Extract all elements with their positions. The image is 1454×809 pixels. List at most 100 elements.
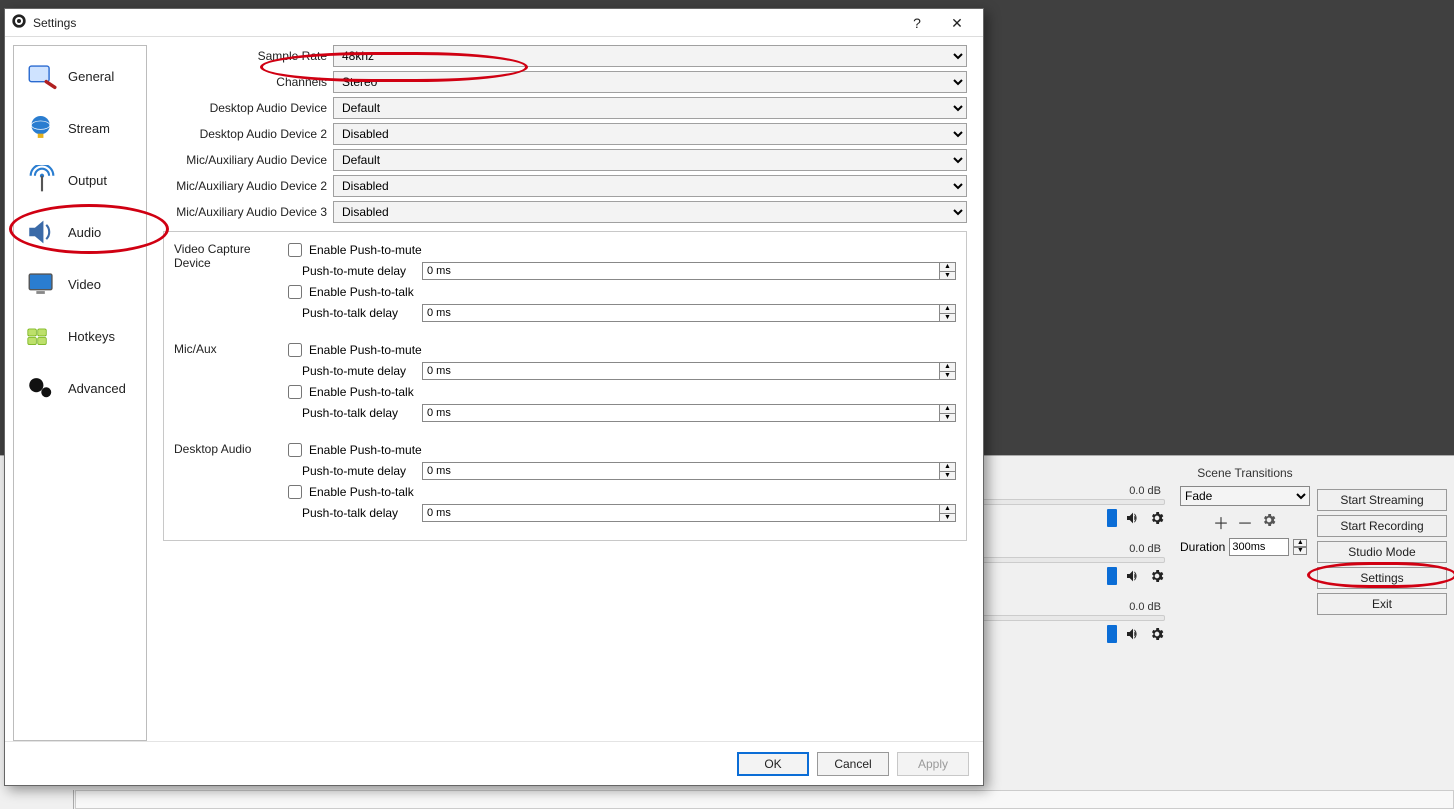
settings-dialog: Settings ? ✕ General Stream Output Audio (4, 8, 984, 786)
controls-panel: Start Streaming Start Recording Studio M… (1317, 489, 1447, 619)
speaker-icon[interactable] (1125, 568, 1141, 584)
keyboard-icon (24, 320, 60, 352)
monitor-icon (24, 268, 60, 300)
dialog-title: Settings (33, 16, 76, 30)
ptm-delay-label: Push-to-mute delay (284, 264, 414, 278)
mic-aux3-label: Mic/Auxiliary Audio Device 3 (163, 205, 333, 219)
gear-icon[interactable] (1261, 512, 1277, 533)
mic-aux-select[interactable]: Default (333, 149, 967, 171)
duration-spinner[interactable]: ▲▼ (1293, 539, 1307, 555)
dialog-footer: OK Cancel Apply (5, 741, 983, 785)
titlebar: Settings ? ✕ (5, 9, 983, 37)
volume-slider[interactable] (1107, 567, 1117, 585)
ptt-delay-input[interactable]: 0 ms▲▼ (422, 404, 956, 422)
mic-aux2-label: Mic/Auxiliary Audio Device 2 (163, 179, 333, 193)
mixer-track: 0.0 dB (980, 543, 1165, 585)
desktop-audio2-label: Desktop Audio Device 2 (163, 127, 333, 141)
ptt-delay-label: Push-to-talk delay (284, 406, 414, 420)
plus-icon[interactable]: ＋ (1213, 510, 1229, 534)
start-recording-button[interactable]: Start Recording (1317, 515, 1447, 537)
speaker-large-icon (24, 216, 60, 248)
status-bar-bg (75, 790, 1454, 809)
sidebar-item-output[interactable]: Output (14, 154, 146, 206)
enable-ptm-checkbox[interactable] (288, 243, 302, 257)
volume-slider[interactable] (1107, 509, 1117, 527)
gears-icon (24, 372, 60, 404)
divider (73, 790, 74, 809)
mixer-track: 0.0 dB (980, 601, 1165, 643)
mixer-track: 0.0 dB (980, 485, 1165, 527)
sidebar-label: Advanced (68, 381, 126, 396)
volume-slider[interactable] (1107, 625, 1117, 643)
device-block-desktop-audio: Desktop Audio Enable Push-to-mute Push-t… (174, 440, 956, 524)
sidebar-label: Output (68, 173, 107, 188)
sidebar-item-audio[interactable]: Audio (14, 206, 146, 258)
ptm-delay-input[interactable]: 0 ms▲▼ (422, 262, 956, 280)
ptm-delay-input[interactable]: 0 ms▲▼ (422, 362, 956, 380)
enable-ptm-label: Enable Push-to-mute (309, 443, 422, 457)
exit-button[interactable]: Exit (1317, 593, 1447, 615)
obs-logo-icon (11, 13, 27, 32)
sidebar-label: Stream (68, 121, 110, 136)
channels-label: Channels (163, 75, 333, 89)
enable-ptt-label: Enable Push-to-talk (309, 485, 414, 499)
enable-ptm-checkbox[interactable] (288, 343, 302, 357)
device-name: Video Capture Device (174, 240, 284, 324)
sample-rate-label: Sample Rate (163, 49, 333, 63)
device-name: Desktop Audio (174, 440, 284, 524)
gear-icon[interactable] (1149, 626, 1165, 642)
ptm-delay-label: Push-to-mute delay (284, 364, 414, 378)
ok-button[interactable]: OK (737, 752, 809, 776)
enable-ptm-checkbox[interactable] (288, 443, 302, 457)
device-name: Mic/Aux (174, 340, 284, 424)
cancel-button[interactable]: Cancel (817, 752, 889, 776)
sidebar-item-hotkeys[interactable]: Hotkeys (14, 310, 146, 362)
mic-aux3-select[interactable]: Disabled (333, 201, 967, 223)
gear-icon[interactable] (1149, 510, 1165, 526)
sample-rate-select[interactable]: 48khz (333, 45, 967, 67)
apply-button: Apply (897, 752, 969, 776)
enable-ptt-checkbox[interactable] (288, 485, 302, 499)
close-button[interactable]: ✕ (937, 11, 977, 35)
settings-button[interactable]: Settings (1317, 567, 1447, 589)
mixer-meter (980, 499, 1165, 505)
device-block-mic-aux: Mic/Aux Enable Push-to-mute Push-to-mute… (174, 340, 956, 424)
scene-transitions-panel: Scene Transitions Fade ＋ － Duration ▲▼ (1180, 466, 1310, 556)
enable-ptt-checkbox[interactable] (288, 385, 302, 399)
mixer-meter (980, 557, 1165, 563)
sidebar-item-stream[interactable]: Stream (14, 102, 146, 154)
duration-label: Duration (1180, 540, 1225, 554)
mixer-db-label: 0.0 dB (980, 543, 1165, 555)
sidebar-item-general[interactable]: General (14, 50, 146, 102)
ptt-delay-label: Push-to-talk delay (284, 506, 414, 520)
duration-input[interactable] (1229, 538, 1289, 556)
audio-mixer: 0.0 dB 0.0 dB 0.0 dB (980, 485, 1165, 659)
sidebar-label: General (68, 69, 114, 84)
globe-icon (24, 112, 60, 144)
sidebar-item-advanced[interactable]: Advanced (14, 362, 146, 414)
mixer-db-label: 0.0 dB (980, 485, 1165, 497)
channels-select[interactable]: Stereo (333, 71, 967, 93)
ptm-delay-input[interactable]: 0 ms▲▼ (422, 462, 956, 480)
desktop-audio-select[interactable]: Default (333, 97, 967, 119)
ptm-delay-label: Push-to-mute delay (284, 464, 414, 478)
push-to-talk-group: Video Capture Device Enable Push-to-mute… (163, 231, 967, 541)
desktop-audio-label: Desktop Audio Device (163, 101, 333, 115)
help-button[interactable]: ? (897, 11, 937, 35)
start-streaming-button[interactable]: Start Streaming (1317, 489, 1447, 511)
ptt-delay-input[interactable]: 0 ms▲▼ (422, 304, 956, 322)
gear-icon[interactable] (1149, 568, 1165, 584)
sidebar-item-video[interactable]: Video (14, 258, 146, 310)
enable-ptt-checkbox[interactable] (288, 285, 302, 299)
speaker-icon[interactable] (1125, 626, 1141, 642)
transition-select[interactable]: Fade (1180, 486, 1310, 506)
minus-icon[interactable]: － (1237, 510, 1253, 534)
speaker-icon[interactable] (1125, 510, 1141, 526)
mic-aux2-select[interactable]: Disabled (333, 175, 967, 197)
ptt-delay-input[interactable]: 0 ms▲▼ (422, 504, 956, 522)
enable-ptt-label: Enable Push-to-talk (309, 285, 414, 299)
desktop-audio2-select[interactable]: Disabled (333, 123, 967, 145)
mixer-db-label: 0.0 dB (980, 601, 1165, 613)
device-block-video-capture: Video Capture Device Enable Push-to-mute… (174, 240, 956, 324)
studio-mode-button[interactable]: Studio Mode (1317, 541, 1447, 563)
